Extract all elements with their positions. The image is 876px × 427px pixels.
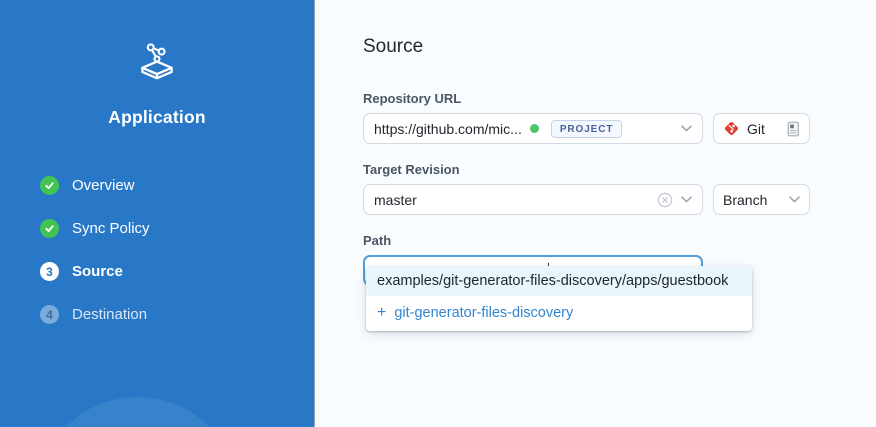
target-revision-field: Target Revision master xyxy=(363,162,876,215)
connection-status-dot xyxy=(530,124,539,133)
plus-icon: + xyxy=(377,305,386,321)
repo-type-label: Git xyxy=(747,121,787,137)
revision-type-label: Branch xyxy=(723,192,781,208)
sidebar-decoration xyxy=(45,397,230,427)
repo-type-selector-icon[interactable] xyxy=(787,121,800,137)
target-revision-input[interactable]: master xyxy=(363,184,703,215)
repository-url-field: Repository URL https://github.com/mic...… xyxy=(363,91,876,144)
wizard-sidebar: Application Overview Sync Policy xyxy=(0,0,315,427)
step-number-badge: 3 xyxy=(40,262,59,281)
clear-icon[interactable] xyxy=(657,192,673,208)
path-suggestions-dropdown: examples/git-generator-files-discovery/a… xyxy=(366,266,752,331)
step-label: Destination xyxy=(72,306,147,323)
repository-url-value: https://github.com/mic... xyxy=(374,121,522,137)
step-sync-policy[interactable]: Sync Policy xyxy=(40,219,314,238)
project-badge: PROJECT xyxy=(551,120,623,138)
page-title: Source xyxy=(363,36,876,58)
target-revision-label: Target Revision xyxy=(363,162,876,177)
step-destination[interactable]: 4 Destination xyxy=(40,305,314,324)
step-source[interactable]: 3 Source xyxy=(40,262,314,281)
repository-url-input[interactable]: https://github.com/mic... PROJECT xyxy=(363,113,703,144)
step-overview[interactable]: Overview xyxy=(40,176,314,195)
step-label: Sync Policy xyxy=(72,220,150,237)
application-box-icon xyxy=(134,40,180,87)
repository-url-label: Repository URL xyxy=(363,91,876,106)
git-icon xyxy=(723,120,740,137)
path-field: Path git-generator-files-discovery examp… xyxy=(363,233,876,286)
repo-type-control[interactable]: Git xyxy=(713,113,810,144)
chevron-down-icon xyxy=(789,196,800,203)
sidebar-header: Application xyxy=(0,0,314,128)
step-number-badge: 4 xyxy=(40,305,59,324)
path-label: Path xyxy=(363,233,876,248)
step-label: Overview xyxy=(72,177,135,194)
path-add-item[interactable]: + git-generator-files-discovery xyxy=(366,296,752,331)
step-label: Source xyxy=(72,263,123,280)
path-suggestion-item[interactable]: examples/git-generator-files-discovery/a… xyxy=(366,266,752,296)
chevron-down-icon[interactable] xyxy=(681,196,692,203)
path-add-label: git-generator-files-discovery xyxy=(394,305,573,321)
application-wizard: Application Overview Sync Policy xyxy=(0,0,876,427)
source-step-panel: Source Repository URL https://github.com… xyxy=(315,0,876,427)
wizard-title: Application xyxy=(0,107,314,128)
chevron-down-icon[interactable] xyxy=(681,125,692,132)
check-icon xyxy=(40,219,59,238)
target-revision-value: master xyxy=(374,192,417,208)
check-icon xyxy=(40,176,59,195)
revision-type-select[interactable]: Branch xyxy=(713,184,810,215)
wizard-steps: Overview Sync Policy 3 Source 4 Destinat… xyxy=(0,176,314,324)
